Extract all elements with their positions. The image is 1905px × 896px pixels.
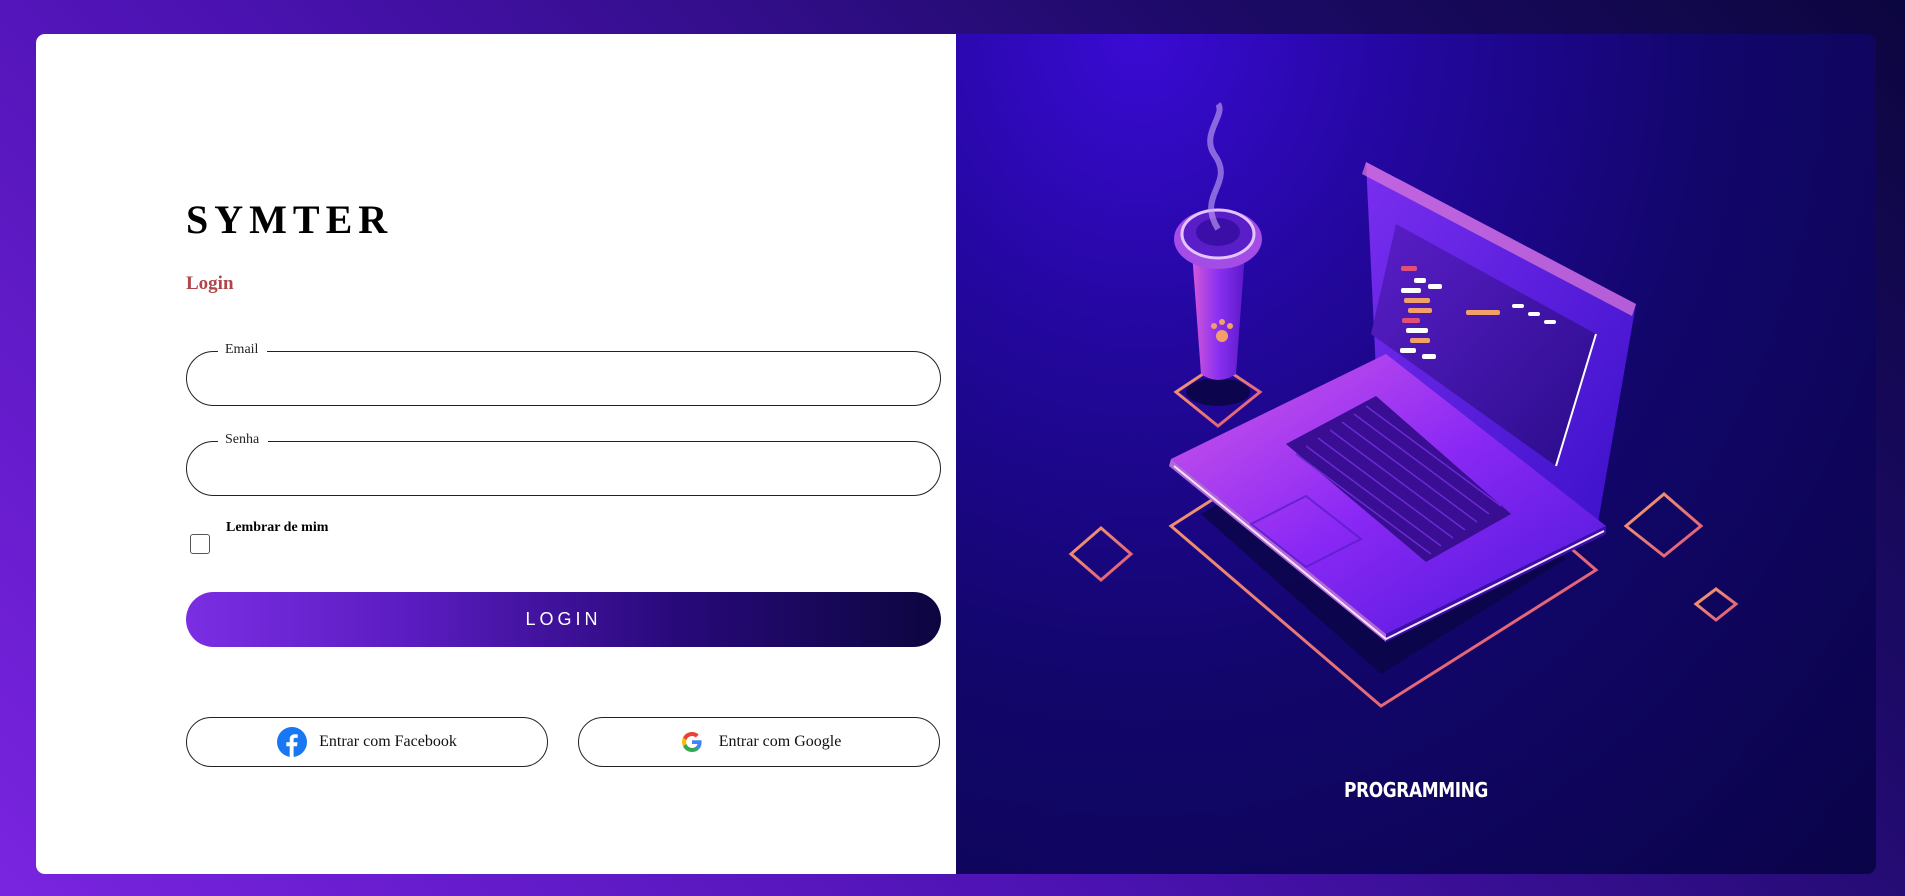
brand-logo: SYMTER <box>186 197 394 242</box>
login-panel: SYMTER Login Email Senha Lembrar de mim … <box>36 34 956 874</box>
facebook-login-button[interactable]: Entrar com Facebook <box>186 717 548 767</box>
remember-me-label[interactable]: Lembrar de mim <box>226 520 328 536</box>
email-field: Email <box>186 341 941 406</box>
password-field-box <box>186 441 941 496</box>
password-field: Senha <box>186 431 941 496</box>
facebook-icon <box>277 727 308 757</box>
email-label: Email <box>218 341 268 359</box>
illustration-panel: PROGRAMMING <box>956 34 1876 874</box>
email-field-box <box>186 351 941 406</box>
form-title: Login <box>186 273 234 294</box>
illustration-caption: PROGRAMMING <box>1344 778 1488 802</box>
remember-me-checkbox[interactable] <box>190 534 210 554</box>
google-icon <box>677 727 707 757</box>
google-login-label: Entrar com Google <box>718 733 842 750</box>
login-card: SYMTER Login Email Senha Lembrar de mim … <box>36 34 1876 874</box>
email-input[interactable] <box>211 362 916 397</box>
password-label: Senha <box>218 431 269 449</box>
facebook-login-label: Entrar com Facebook <box>319 733 457 750</box>
login-button[interactable]: LOGIN <box>186 592 941 647</box>
coffee-cup <box>1174 102 1262 406</box>
password-input[interactable] <box>211 452 916 487</box>
google-login-button[interactable]: Entrar com Google <box>578 717 940 767</box>
laptop-illustration <box>1068 102 1739 708</box>
